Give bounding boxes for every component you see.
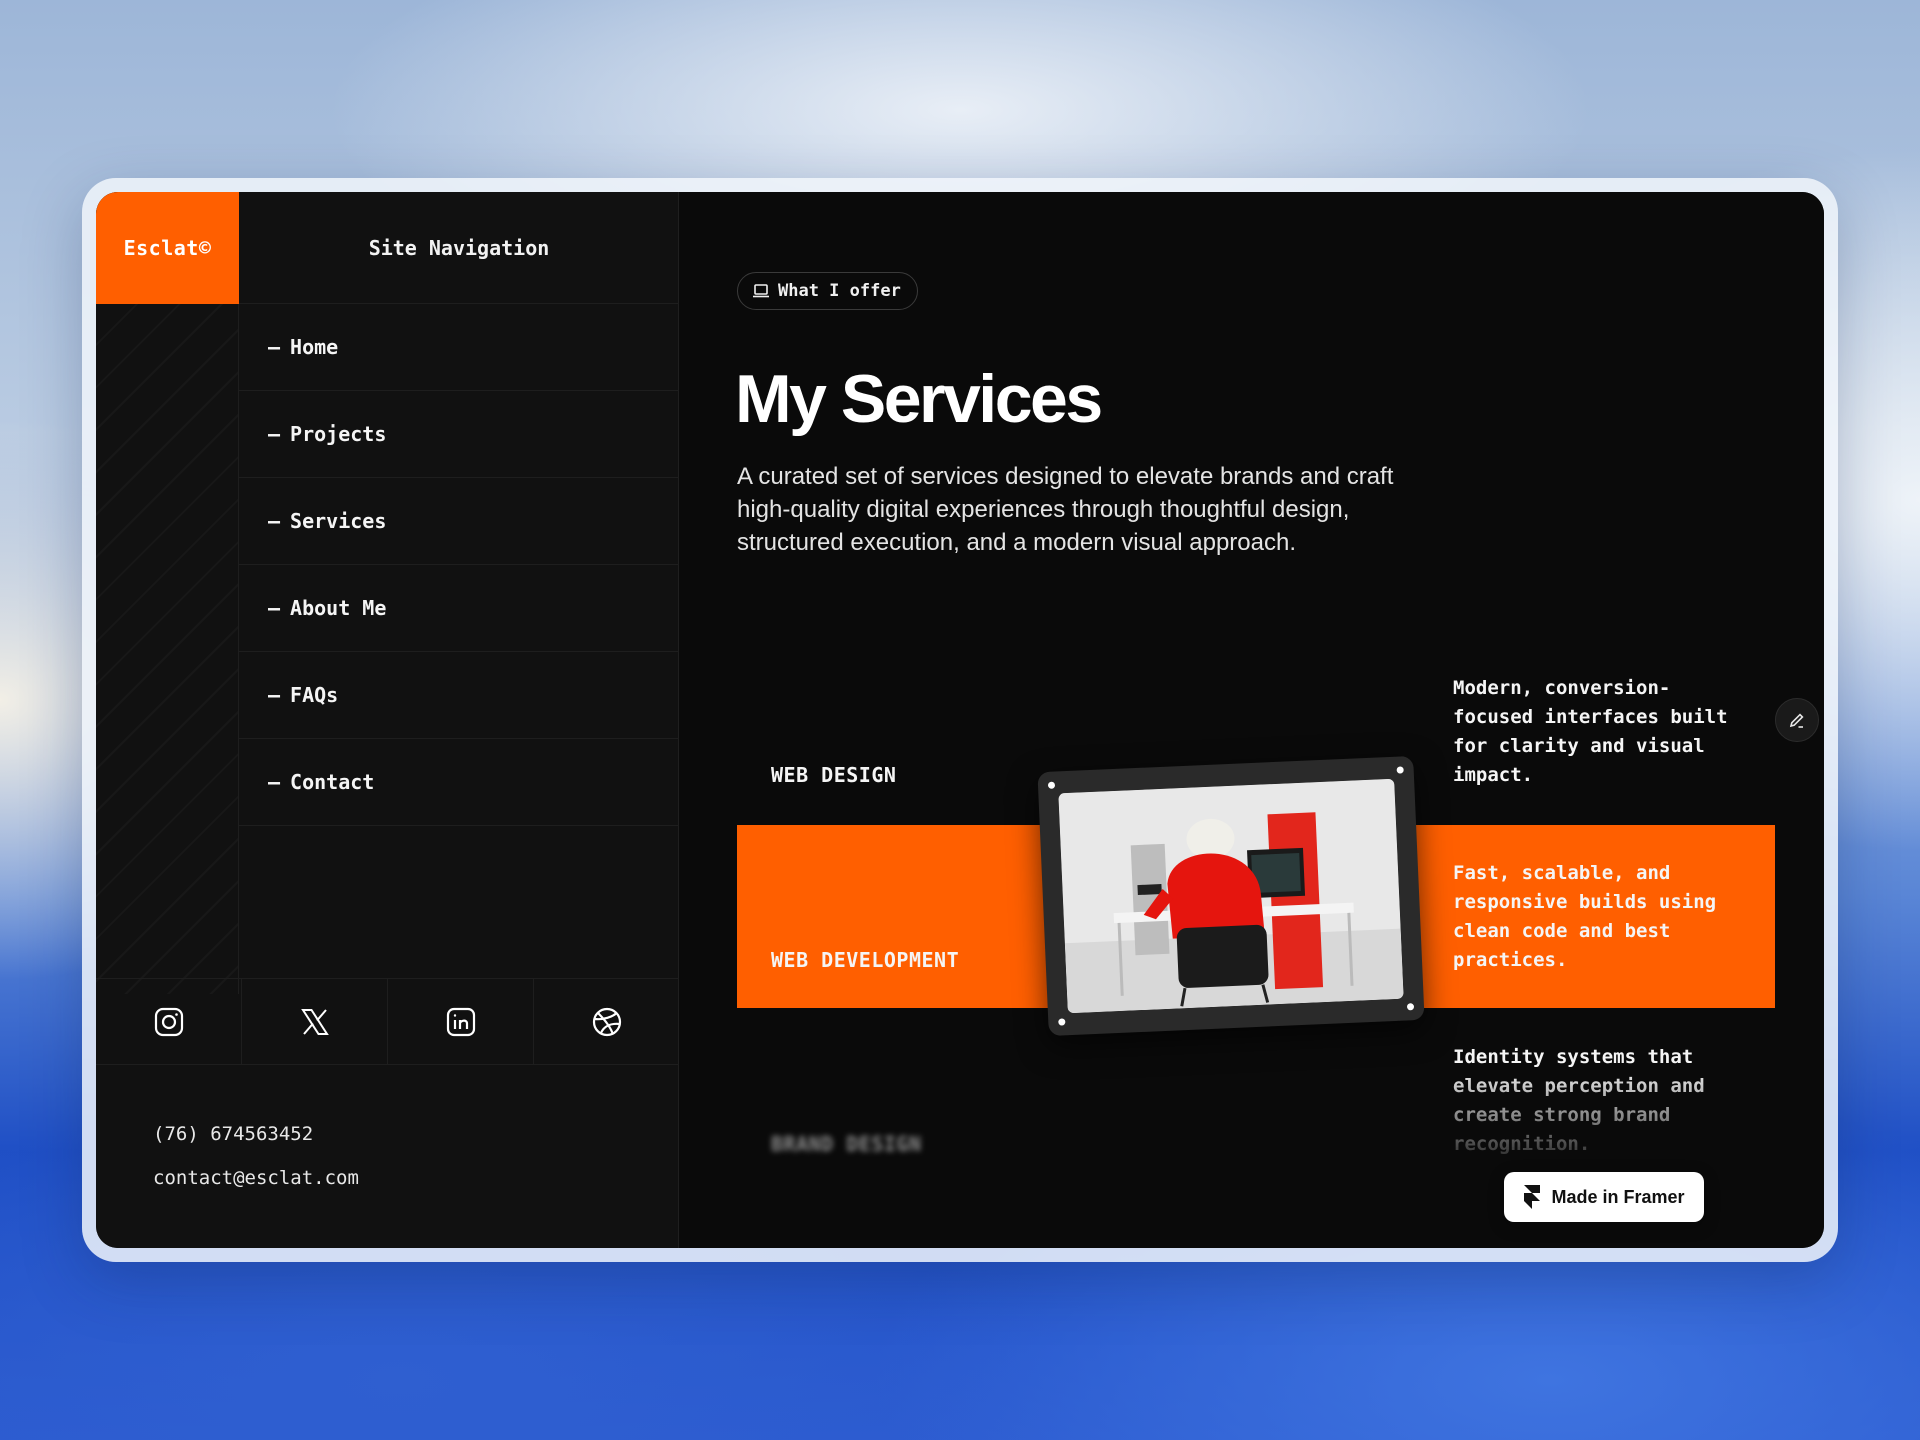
nav-item-label: Home [290,335,339,359]
corner-dot [1058,1018,1066,1026]
nav-item-home[interactable]: – Home [239,304,679,391]
nav-dash: – [268,335,281,359]
made-in-framer-badge[interactable]: Made in Framer [1504,1172,1704,1222]
nav-dash: – [268,509,281,533]
service-desc-brand-design: Identity systems that elevate perception… [1453,1043,1743,1159]
linkedin-icon [446,1007,475,1036]
nav-item-label: About Me [290,596,387,620]
nav-item-contact[interactable]: – Contact [239,739,679,826]
nav-item-about[interactable]: – About Me [239,565,679,652]
email-address[interactable]: contact@esclat.com [153,1156,359,1200]
pencil-icon [1789,713,1804,728]
brand-logo[interactable]: Esclat© [96,192,239,304]
service-name-web-development[interactable]: WEB DEVELOPMENT [771,948,959,972]
dribbble-link[interactable] [534,979,679,1064]
service-desc-brand-design-text: Identity systems that elevate perception… [1453,1046,1705,1155]
service-name-web-design[interactable]: WEB DESIGN [771,763,896,787]
sidebar: Esclat© Site Navigation – Home – Projects … [96,192,679,1248]
service-desc-web-development: Fast, scalable, and responsive builds us… [1453,862,1717,971]
stripe-pattern [96,304,239,994]
page-title: My Services [735,361,1103,437]
site-window: Esclat© Site Navigation – Home – Projects … [96,192,1824,1248]
service-preview-image [1058,778,1404,1014]
edit-button[interactable] [1775,698,1819,742]
section-tag: What I offer [737,272,918,310]
nav-item-label: Projects [290,422,387,446]
instagram-icon [154,1007,183,1036]
nav-item-services[interactable]: – Services [239,478,679,565]
x-icon [300,1008,329,1035]
nav-dash: – [268,596,281,620]
nav-dash: – [268,683,281,707]
nav-item-label: Services [290,509,387,533]
page-description: A curated set of services designed to el… [737,463,1394,556]
x-link[interactable] [242,979,388,1064]
nav-title: Site Navigation [239,192,679,304]
nav-item-label: FAQs [290,683,339,707]
corner-dot [1047,781,1056,789]
nav-item-label: Contact [290,770,375,794]
section-tag-label: What I offer [778,281,901,301]
corner-dot [1396,766,1404,774]
phone-number[interactable]: (76) 674563452 [153,1112,359,1156]
service-desc-web-design: Modern, conversion-focused interfaces bu… [1453,677,1728,786]
developer-at-desk-illustration [1058,778,1404,1014]
dribbble-icon [592,1007,621,1036]
nav-dash: – [268,770,281,794]
nav-item-projects[interactable]: – Projects [239,391,679,478]
site-nav: – Home – Projects – Services – About Me – FAQ… [239,304,679,826]
nav-dash: – [268,422,281,446]
framer-icon [1524,1185,1541,1209]
service-preview-card [1037,755,1425,1037]
social-links [96,978,679,1065]
laptop-icon [753,284,769,298]
main-content: What I offer My Services A curated set o… [679,192,1824,1248]
linkedin-link[interactable] [388,979,534,1064]
contact-info: (76) 674563452 contact@esclat.com [153,1112,359,1200]
service-name-brand-design[interactable]: BRAND DESIGN [771,1132,922,1156]
made-in-framer-label: Made in Framer [1551,1186,1685,1207]
instagram-link[interactable] [96,979,242,1064]
nav-item-faqs[interactable]: – FAQs [239,652,679,739]
corner-dot [1406,1003,1415,1011]
